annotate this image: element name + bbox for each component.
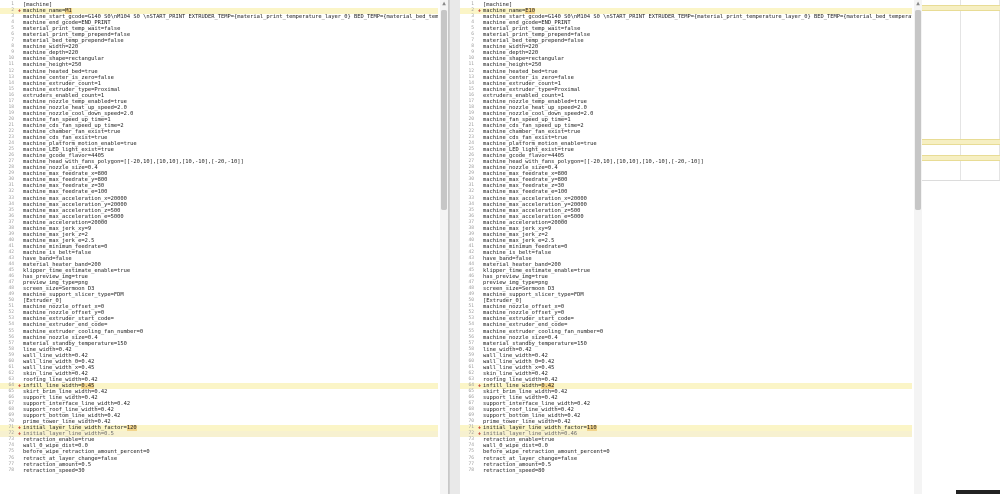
minimap-change-marker[interactable]: [922, 5, 1000, 12]
overview-panel: [922, 0, 1000, 494]
line-number: 78: [8, 467, 14, 473]
scroll-up-arrow-icon[interactable]: ▲: [914, 0, 922, 8]
minimap-left-column: [922, 0, 961, 180]
diff-viewer: 1 [machine] 2 + machine_name=M1 3 machine_star…: [0, 0, 1000, 494]
line-text: retraction_speed=30: [23, 468, 438, 474]
minimap-right-column: [961, 0, 1000, 180]
minimap-change-marker[interactable]: [922, 139, 1000, 146]
line-text: retraction_speed=80: [483, 468, 912, 474]
status-corner: [956, 490, 1000, 494]
change-marker-icon: [16, 468, 23, 474]
line-text-content: retraction_speed=30: [23, 467, 85, 474]
diff-line[interactable]: 78 retraction_speed=80: [460, 468, 912, 474]
right-scroll-thumb[interactable]: [915, 10, 921, 210]
scroll-up-arrow-icon[interactable]: ▲: [440, 0, 448, 8]
change-marker-icon: [476, 468, 483, 474]
left-file-pane[interactable]: 1 [machine] 2 + machine_name=M1 3 machine_star…: [0, 0, 449, 494]
line-number: 78: [468, 467, 474, 473]
line-text-content: retraction_speed=80: [483, 467, 545, 474]
right-file-pane[interactable]: 1 [machine] 2 + machine_name=E10 3 machine_sta…: [460, 0, 923, 494]
left-line-list: 1 [machine] 2 + machine_name=M1 3 machine_star…: [0, 2, 438, 474]
right-vertical-scrollbar[interactable]: ▲: [914, 0, 922, 494]
left-scroll-thumb[interactable]: [441, 10, 447, 210]
right-line-list: 1 [machine] 2 + machine_name=E10 3 machine_sta…: [460, 2, 912, 474]
left-vertical-scrollbar[interactable]: ▲: [440, 0, 448, 494]
diff-line[interactable]: 78 retraction_speed=30: [0, 468, 438, 474]
minimap-change-marker[interactable]: [922, 154, 1000, 161]
diff-minimap[interactable]: [922, 0, 1000, 181]
